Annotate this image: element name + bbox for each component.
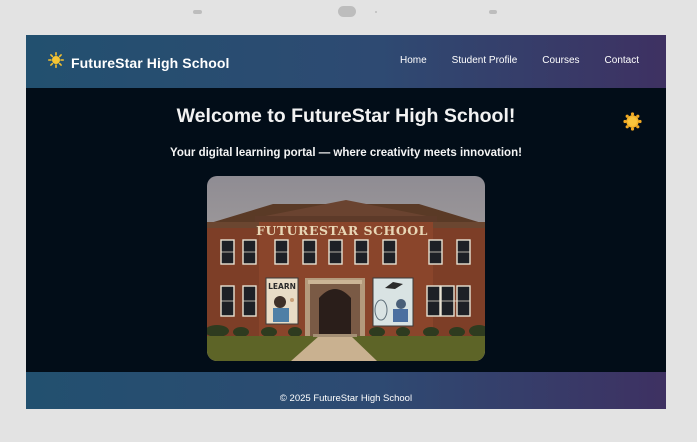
sensor-left bbox=[193, 10, 202, 14]
nav-courses[interactable]: Courses bbox=[542, 55, 579, 66]
copyright-text: © 2025 FutureStar High School bbox=[279, 393, 413, 404]
camera bbox=[338, 6, 356, 17]
sensor-right bbox=[489, 10, 497, 14]
brand[interactable]: FutureStar High School bbox=[48, 52, 230, 73]
site-footer: © 2025 FutureStar High School bbox=[26, 372, 666, 409]
main-nav: Home Student Profile Courses Contact bbox=[400, 55, 639, 66]
brand-title: FutureStar High School bbox=[71, 54, 230, 71]
main-content: Welcome to FutureStar High School! Your … bbox=[26, 88, 666, 372]
poster-learn-text: LEARN bbox=[268, 282, 296, 291]
hero-image-school-building: FUTURESTAR SCHOOL LEARN bbox=[207, 176, 485, 361]
tagline: Your digital learning portal — where cre… bbox=[170, 147, 522, 159]
nav-student-profile[interactable]: Student Profile bbox=[452, 55, 518, 66]
sun-icon bbox=[48, 52, 64, 73]
welcome-heading: Welcome to FutureStar High School! bbox=[176, 105, 516, 127]
building-sign: FUTURESTAR SCHOOL bbox=[256, 223, 428, 238]
nav-contact[interactable]: Contact bbox=[605, 55, 639, 66]
sun-icon bbox=[623, 112, 642, 136]
site-header: FutureStar High School Home Student Prof… bbox=[26, 35, 666, 88]
sensor-dot bbox=[375, 11, 377, 13]
nav-home[interactable]: Home bbox=[400, 55, 427, 66]
device-top-bezel bbox=[0, 6, 697, 20]
browser-viewport: FutureStar High School Home Student Prof… bbox=[26, 35, 666, 409]
